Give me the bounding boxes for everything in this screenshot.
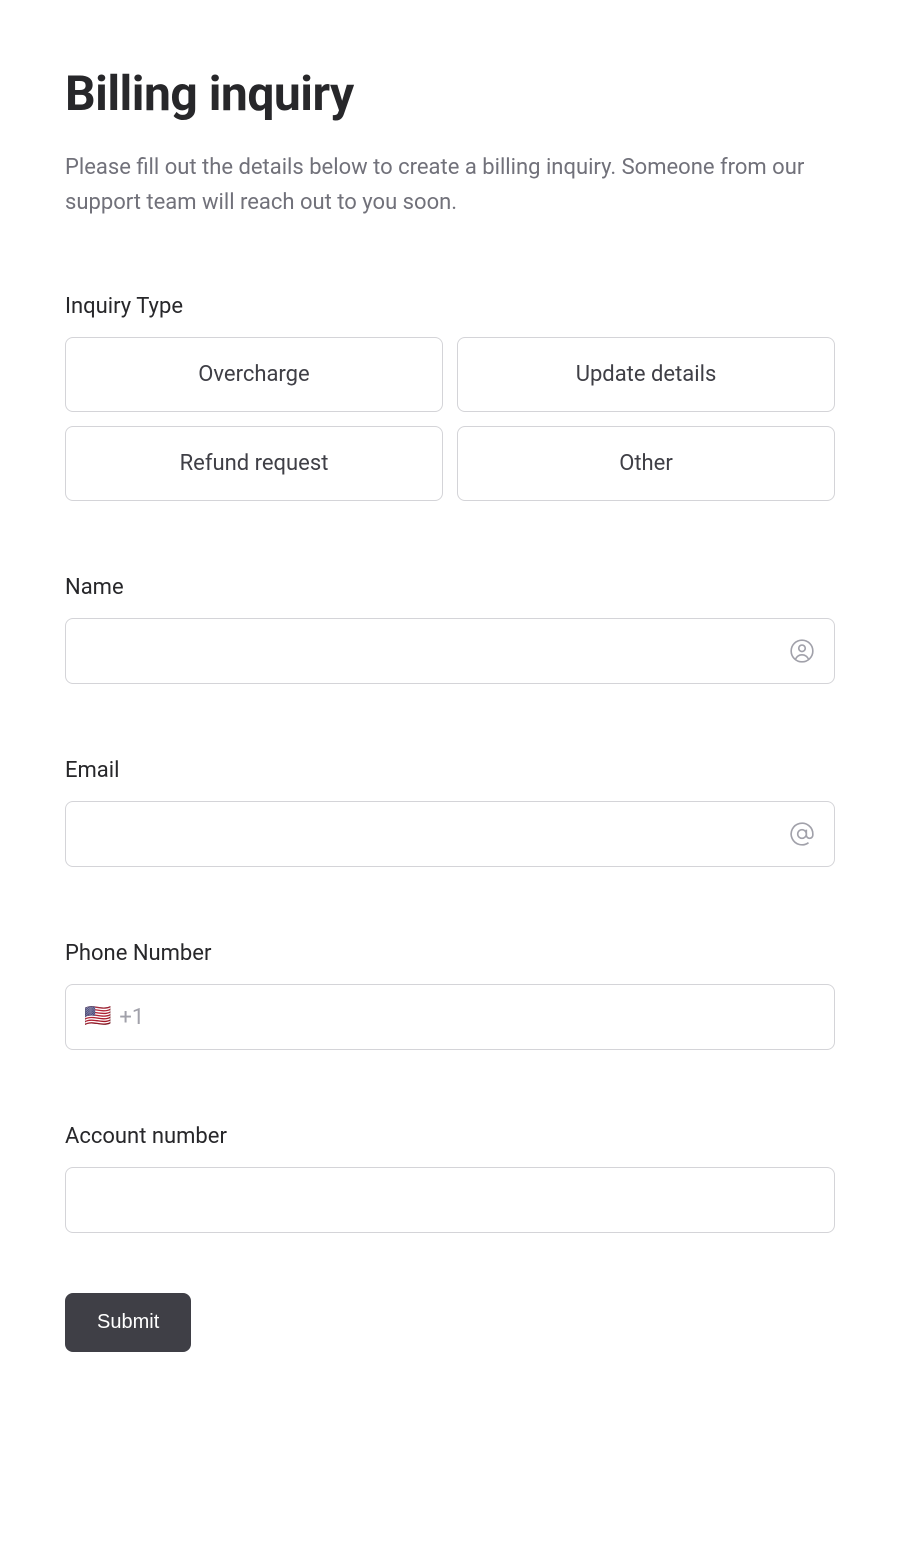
phone-prefix: +1 — [119, 1005, 144, 1030]
inquiry-option-update-details[interactable]: Update details — [457, 337, 835, 412]
email-group: Email — [65, 758, 835, 867]
phone-input[interactable] — [152, 1006, 816, 1029]
name-group: Name — [65, 575, 835, 684]
name-input[interactable] — [65, 618, 835, 684]
email-label: Email — [65, 758, 835, 783]
phone-group: Phone Number 🇺🇸 +1 — [65, 941, 835, 1050]
phone-input-wrap[interactable]: 🇺🇸 +1 — [65, 984, 835, 1050]
flag-icon: 🇺🇸 — [84, 1006, 111, 1028]
name-label: Name — [65, 575, 835, 600]
page-description: Please fill out the details below to cre… — [65, 150, 835, 220]
at-sign-icon — [789, 821, 815, 847]
name-input-wrap — [65, 618, 835, 684]
email-input[interactable] — [65, 801, 835, 867]
email-input-wrap — [65, 801, 835, 867]
account-number-input-wrap — [65, 1167, 835, 1233]
page-title: Billing inquiry — [65, 65, 835, 122]
inquiry-type-options: Overcharge Update details Refund request… — [65, 337, 835, 501]
user-icon — [789, 638, 815, 664]
inquiry-type-group: Inquiry Type Overcharge Update details R… — [65, 294, 835, 501]
inquiry-option-refund-request[interactable]: Refund request — [65, 426, 443, 501]
account-number-group: Account number — [65, 1124, 835, 1233]
inquiry-option-other[interactable]: Other — [457, 426, 835, 501]
submit-button[interactable]: Submit — [65, 1293, 191, 1352]
phone-label: Phone Number — [65, 941, 835, 966]
inquiry-option-overcharge[interactable]: Overcharge — [65, 337, 443, 412]
account-number-label: Account number — [65, 1124, 835, 1149]
account-number-input[interactable] — [65, 1167, 835, 1233]
inquiry-type-label: Inquiry Type — [65, 294, 835, 319]
